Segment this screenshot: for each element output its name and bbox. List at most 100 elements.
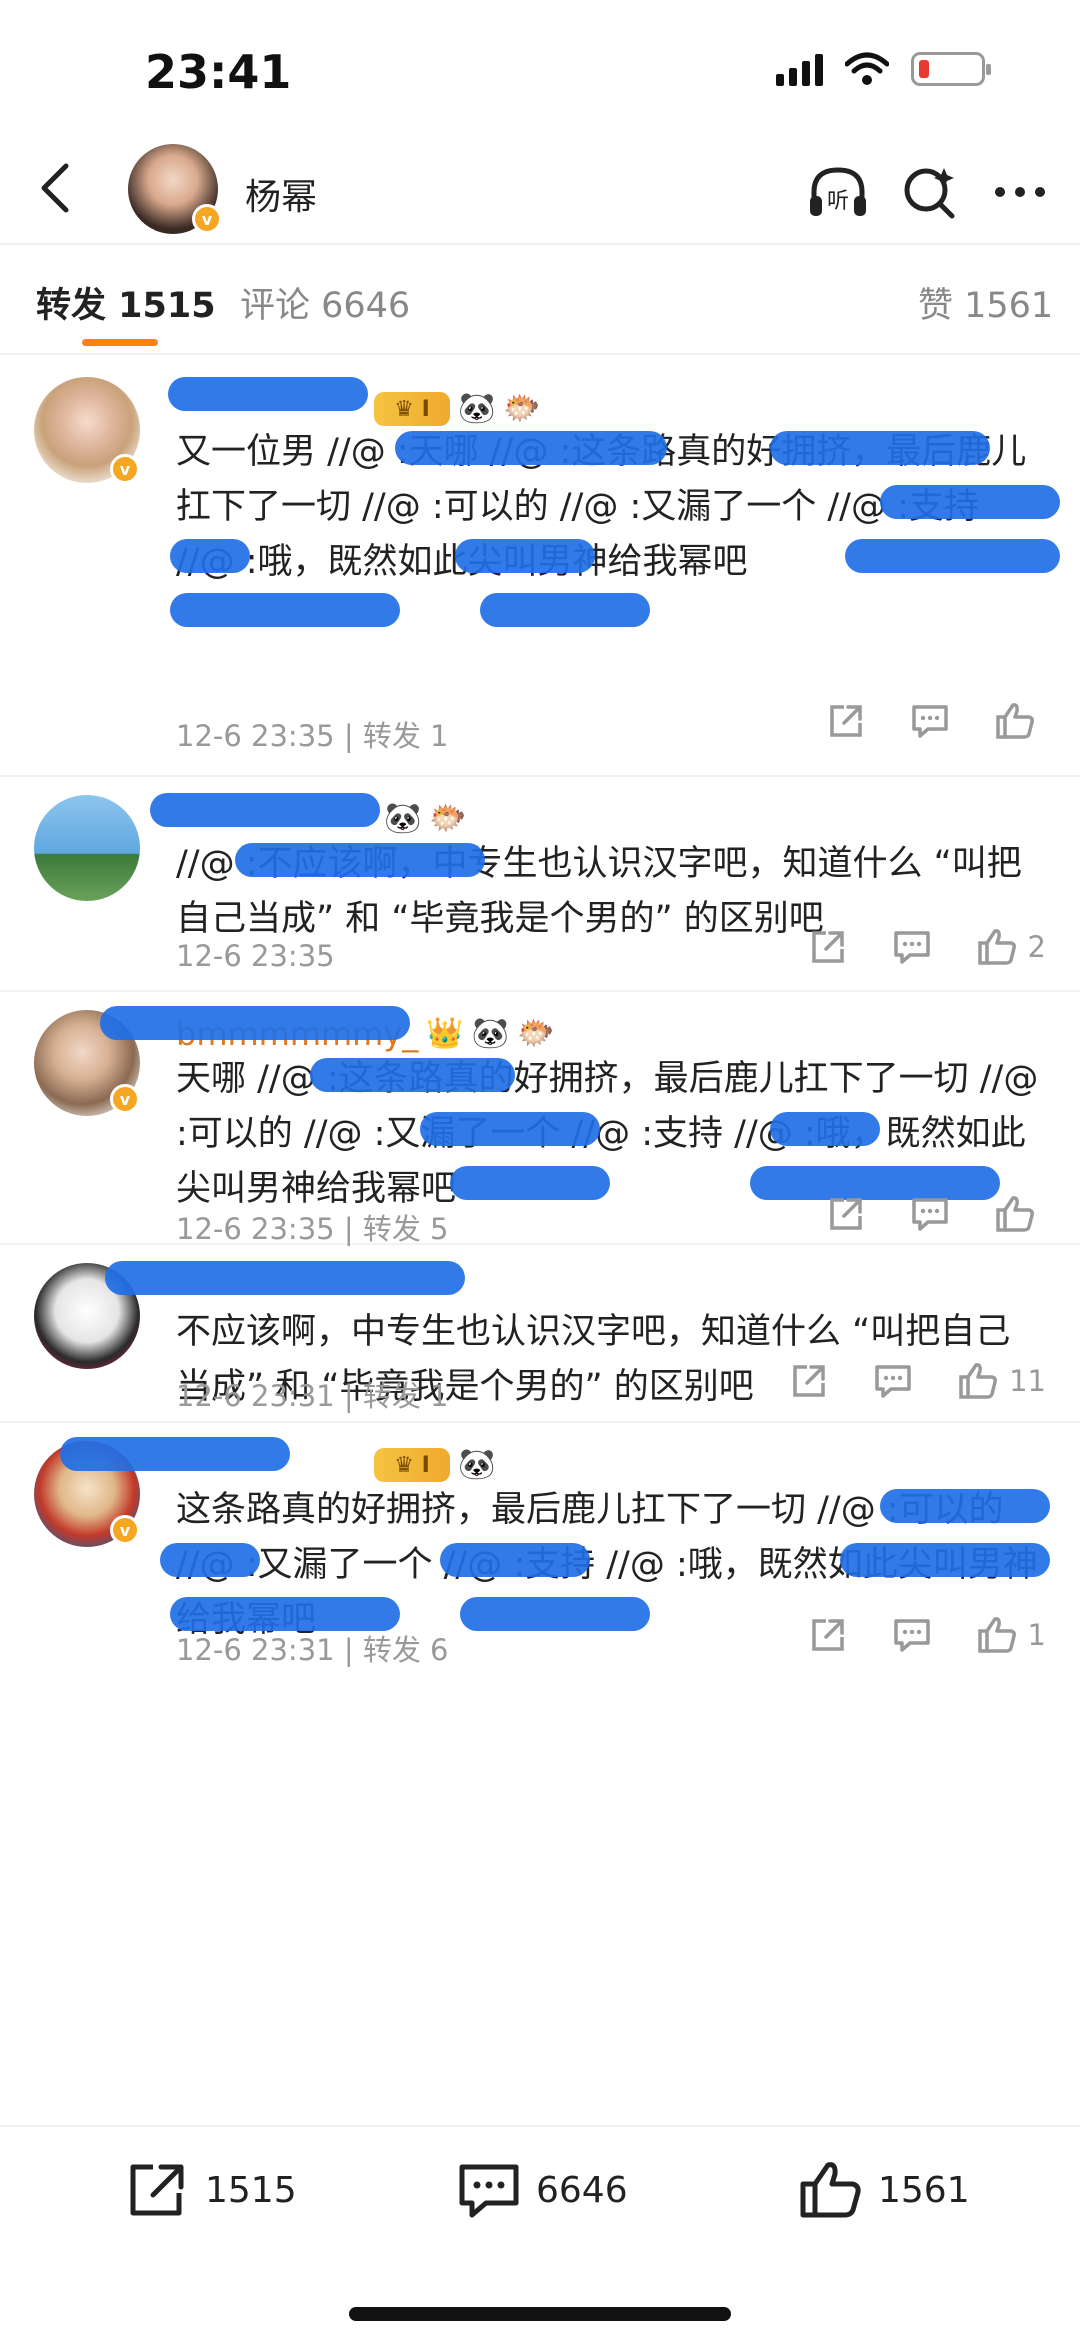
repost-button[interactable]: 1515 xyxy=(125,2159,297,2221)
like-icon xyxy=(800,2162,861,2218)
share-button[interactable] xyxy=(826,1194,866,1234)
listen-icon[interactable]: 听 xyxy=(806,162,870,222)
like-count: 11 xyxy=(1009,1364,1046,1398)
censor-mark xyxy=(480,593,650,627)
like-count: 2 xyxy=(1027,930,1046,964)
like-total: 1561 xyxy=(878,2169,970,2211)
comment-icon xyxy=(875,1365,911,1398)
repost-count: 1515 xyxy=(205,2169,297,2211)
fish-icon: 🐡 xyxy=(517,1016,555,1051)
signal-icon xyxy=(776,52,823,86)
list-item: v bmmmmmmy_ 👑 🐼 🐡 天哪 //@ :这条路真的好拥挤，最后鹿儿扛… xyxy=(0,992,1080,1246)
comment-meta: 12-6 23:31 | 转发 1 xyxy=(176,1379,449,1413)
more-icon[interactable] xyxy=(990,162,1050,222)
nav-title[interactable]: 杨幂 xyxy=(245,168,317,220)
list-item: 🐼 🐡 //@ :不应该啊，中专生也认识汉字吧，知道什么 “叫把自己当成” 和 … xyxy=(0,777,1080,992)
comment-actions: 11 xyxy=(789,1361,1046,1401)
share-button[interactable] xyxy=(808,927,848,967)
censor-mark xyxy=(170,539,250,573)
share-button[interactable] xyxy=(789,1361,829,1401)
comment-button[interactable] xyxy=(910,1194,950,1234)
panda-icon: 🐼 xyxy=(471,1016,509,1051)
svg-text:听: 听 xyxy=(827,189,849,214)
comment-count: 6646 xyxy=(536,2169,628,2211)
like-icon xyxy=(959,1363,998,1399)
nav-bar: v 杨幂 听 xyxy=(0,140,1080,245)
comment-button[interactable] xyxy=(892,927,932,967)
censor-mark xyxy=(395,431,667,465)
tab-active-indicator xyxy=(82,339,158,346)
list-item: v ♛ I 🐼 🐡 又一位男 //@ :天哪 //@ :这条路真的好拥挤，最后鹿… xyxy=(0,357,1080,777)
comment-meta: 12-6 23:31 | 转发 6 xyxy=(176,1633,449,1667)
comment-icon xyxy=(459,2164,519,2218)
like-bar-button[interactable]: 1561 xyxy=(798,2159,970,2221)
search-ai-icon[interactable] xyxy=(900,162,960,222)
censor-mark xyxy=(845,539,1060,573)
censor-mark xyxy=(440,1543,590,1577)
censor-mark xyxy=(840,1543,1050,1577)
censor-mark xyxy=(770,1112,880,1146)
censor-mark xyxy=(170,1597,400,1631)
share-button[interactable] xyxy=(826,701,866,741)
list-item: 不应该啊，中专生也认识汉字吧，知道什么 “叫把自己当成” 和 “毕竟我是个男的”… xyxy=(0,1245,1080,1423)
censor-mark xyxy=(168,377,368,411)
comment-meta: 12-6 23:35 | 转发 5 xyxy=(176,1212,449,1246)
system-icons xyxy=(776,52,991,86)
censor-mark xyxy=(455,539,595,573)
share-icon xyxy=(811,1619,844,1651)
avatar[interactable] xyxy=(34,795,140,901)
comment-button[interactable] xyxy=(873,1361,913,1401)
censor-mark xyxy=(460,1597,650,1631)
like-button[interactable]: 2 xyxy=(976,927,1046,967)
member-badge-icon: ♛ I xyxy=(374,392,450,426)
battery-icon xyxy=(911,52,991,86)
share-icon xyxy=(830,705,862,737)
comment-actions: 1 xyxy=(808,1615,1046,1655)
comment-actions xyxy=(826,701,1046,741)
list-item: v ♛ I 🐼 这条路真的好拥挤，最后鹿儿扛下了一切 //@ :可以的 //@ … xyxy=(0,1423,1080,1678)
share-icon xyxy=(811,931,844,963)
share-button[interactable] xyxy=(808,1615,848,1655)
wifi-icon xyxy=(845,52,889,85)
tab-comments[interactable]: 评论 6646 xyxy=(240,277,410,328)
like-button[interactable] xyxy=(994,701,1046,741)
censor-mark xyxy=(880,485,1060,519)
comment-icon xyxy=(912,1198,948,1231)
back-icon[interactable] xyxy=(28,158,88,218)
censor-mark xyxy=(880,1489,1050,1523)
panda-icon: 🐼 xyxy=(384,801,422,836)
comment-icon xyxy=(912,705,948,738)
censor-mark xyxy=(235,843,485,877)
panda-icon: 🐼 xyxy=(458,391,496,426)
like-icon xyxy=(977,929,1016,965)
comment-actions xyxy=(826,1194,1046,1234)
like-button[interactable] xyxy=(994,1194,1046,1234)
comment-button[interactable] xyxy=(892,1615,932,1655)
status-bar: 23:41 xyxy=(0,0,1080,140)
like-count: 1 xyxy=(1027,1618,1046,1652)
censor-mark xyxy=(170,593,400,627)
repost-icon xyxy=(130,2164,184,2216)
comment-icon xyxy=(893,1619,930,1652)
comment-bar-button[interactable]: 6646 xyxy=(456,2159,628,2221)
censor-mark xyxy=(770,431,990,465)
censor-mark xyxy=(450,1166,610,1200)
share-icon xyxy=(830,1198,862,1230)
censor-mark xyxy=(150,793,380,827)
comment-button[interactable] xyxy=(910,701,950,741)
comment-meta: 12-6 23:35 | 转发 1 xyxy=(176,719,449,753)
verified-badge-icon: v xyxy=(110,1084,140,1114)
crown-icon: 👑 xyxy=(426,1016,464,1051)
comment-icon xyxy=(893,931,930,964)
censor-mark xyxy=(310,1058,515,1092)
like-button[interactable]: 1 xyxy=(976,1615,1046,1655)
status-time: 23:41 xyxy=(145,45,292,99)
tab-reposts[interactable]: 转发 1515 xyxy=(36,277,216,328)
tab-likes[interactable]: 赞 1561 xyxy=(918,277,1053,328)
home-indicator[interactable] xyxy=(349,2307,731,2321)
like-icon xyxy=(977,1617,1016,1653)
fish-icon: 🐡 xyxy=(429,801,467,836)
verified-badge-icon: v xyxy=(110,1515,140,1545)
like-button[interactable]: 11 xyxy=(957,1361,1046,1401)
like-icon xyxy=(996,1196,1034,1232)
